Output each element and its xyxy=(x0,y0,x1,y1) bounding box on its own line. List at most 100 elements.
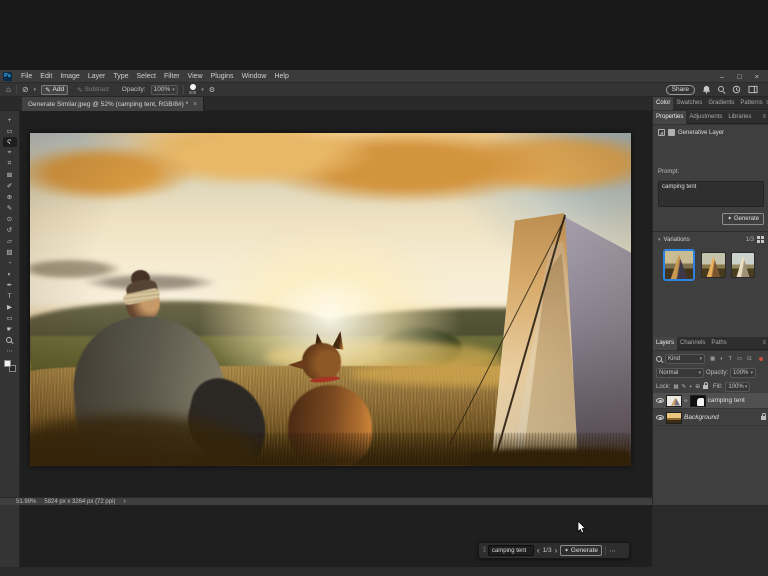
close-icon[interactable]: × xyxy=(193,101,197,108)
gradient-tool[interactable]: ▨ xyxy=(3,247,17,257)
foreground-background-colors[interactable] xyxy=(4,360,16,372)
menu-image[interactable]: Image xyxy=(56,73,83,80)
blend-mode-dropdown[interactable]: Normal ▾ xyxy=(656,368,704,378)
chevron-down-icon[interactable]: ▾ xyxy=(201,87,204,93)
disclosure-triangle-icon[interactable]: ▾ xyxy=(658,237,661,243)
layer-name[interactable]: Background xyxy=(684,414,719,421)
variation-thumbnail-2[interactable] xyxy=(701,252,726,278)
hand-tool[interactable]: ☛ xyxy=(3,324,17,334)
panel-menu-icon[interactable]: ≡ xyxy=(762,340,768,346)
document-tab[interactable]: Generate Similar.jpeg @ 52% (camping ten… xyxy=(22,97,204,111)
layer-filter-dropdown[interactable]: Kind ▾ xyxy=(665,354,705,364)
share-button[interactable]: Share xyxy=(666,85,695,95)
lock-all-icon[interactable] xyxy=(703,385,708,389)
chevron-down-icon[interactable]: ▾ xyxy=(34,87,37,93)
previous-variation-icon[interactable]: ‹ xyxy=(537,547,540,555)
fill-dropdown[interactable]: 100% ▾ xyxy=(725,382,750,392)
tool-preset-icon[interactable]: ⊘ xyxy=(22,85,29,94)
visibility-eye-icon[interactable] xyxy=(656,398,664,403)
grid-view-icon[interactable] xyxy=(757,236,764,243)
move-tool[interactable]: + xyxy=(3,115,17,125)
selection-add-button[interactable]: ✎ Add xyxy=(41,85,68,95)
menu-view[interactable]: View xyxy=(184,73,207,80)
eraser-tool[interactable]: ▱ xyxy=(3,236,17,246)
layer-thumbnail[interactable] xyxy=(666,412,682,424)
foreground-color-swatch[interactable] xyxy=(4,360,11,367)
menu-edit[interactable]: Edit xyxy=(36,73,56,80)
panel-menu-icon[interactable]: ≡ xyxy=(762,114,768,120)
search-icon[interactable] xyxy=(718,86,725,93)
tab-paths[interactable]: Paths xyxy=(708,337,729,350)
filter-smart-objects-icon[interactable]: ⊡ xyxy=(747,356,752,362)
brush-size-control[interactable]: 200 xyxy=(189,84,197,96)
layer-mask-thumbnail[interactable] xyxy=(690,395,706,407)
menu-plugins[interactable]: Plugins xyxy=(207,73,238,80)
selection-subtract-button[interactable]: ✎ Subtract xyxy=(73,85,113,95)
zoom-tool[interactable] xyxy=(3,335,17,345)
tab-channels[interactable]: Channels xyxy=(677,337,708,350)
workspace-icon[interactable] xyxy=(748,85,758,94)
next-variation-icon[interactable]: › xyxy=(555,547,558,555)
document-canvas[interactable] xyxy=(30,133,631,466)
window-minimize-button[interactable]: – xyxy=(720,72,724,81)
tab-swatches[interactable]: Swatches xyxy=(673,97,705,110)
status-chevron-icon[interactable]: › xyxy=(123,498,125,505)
menu-select[interactable]: Select xyxy=(133,73,160,80)
generate-button[interactable]: ✦ Generate xyxy=(722,213,764,225)
window-close-button[interactable]: × xyxy=(755,72,759,81)
rectangle-tool[interactable]: ▭ xyxy=(3,313,17,323)
brush-tool[interactable]: ✎ xyxy=(3,203,17,213)
window-maximize-button[interactable]: □ xyxy=(737,72,742,81)
more-options-icon[interactable]: ⋯ xyxy=(609,547,616,555)
mask-link-icon[interactable]: ∞ xyxy=(684,398,688,404)
spot-healing-brush-tool[interactable]: ⊕ xyxy=(3,192,17,202)
tab-libraries[interactable]: Libraries xyxy=(725,111,754,124)
menu-help[interactable]: Help xyxy=(270,73,292,80)
taskbar-prompt-input[interactable] xyxy=(488,545,534,556)
drag-handle-icon[interactable]: ⁞⁞ xyxy=(483,547,485,554)
pen-tool[interactable]: ✒ xyxy=(3,280,17,290)
menu-type[interactable]: Type xyxy=(109,73,132,80)
prompt-input[interactable]: camping tent xyxy=(658,181,764,207)
dodge-tool[interactable]: ◐ xyxy=(3,269,17,279)
filter-pixel-layers-icon[interactable]: ▦ xyxy=(710,356,715,362)
lock-position-icon[interactable]: + xyxy=(689,384,692,390)
tab-properties[interactable]: Properties xyxy=(653,111,686,124)
menu-filter[interactable]: Filter xyxy=(160,73,184,80)
clone-stamp-tool[interactable]: ⊙ xyxy=(3,214,17,224)
type-tool[interactable]: T xyxy=(3,291,17,301)
filter-toggle-icon[interactable] xyxy=(759,357,763,361)
tab-adjustments[interactable]: Adjustments xyxy=(686,111,725,124)
tab-gradients[interactable]: Gradients xyxy=(705,97,737,110)
eyedropper-tool[interactable]: ✐ xyxy=(3,181,17,191)
layer-name[interactable]: camping tent xyxy=(708,397,745,404)
menu-layer[interactable]: Layer xyxy=(84,73,110,80)
variation-thumbnail-1[interactable] xyxy=(664,250,694,280)
zoom-level-field[interactable]: 51.99% xyxy=(16,499,36,505)
filter-shape-layers-icon[interactable]: ▭ xyxy=(737,356,742,362)
layer-opacity-dropdown[interactable]: 100% ▾ xyxy=(730,368,756,378)
history-clock-icon[interactable] xyxy=(732,85,741,94)
filter-adjustment-layers-icon[interactable]: ◐ xyxy=(720,356,723,362)
tab-layers[interactable]: Layers xyxy=(653,337,677,350)
blur-tool[interactable]: ◔ xyxy=(3,258,17,268)
frame-tool[interactable]: ⊠ xyxy=(3,170,17,180)
filter-type-layers-icon[interactable]: T xyxy=(729,356,732,362)
menu-window[interactable]: Window xyxy=(238,73,271,80)
gear-icon[interactable]: ⚙ xyxy=(209,86,215,94)
home-icon[interactable]: ⌂ xyxy=(6,85,11,94)
object-selection-tool[interactable]: ⌖ xyxy=(3,148,17,158)
path-selection-tool[interactable]: ▶ xyxy=(3,302,17,312)
variation-thumbnail-3[interactable] xyxy=(731,252,755,278)
menu-file[interactable]: File xyxy=(17,73,36,80)
layer-thumbnail[interactable] xyxy=(666,395,682,407)
history-brush-tool[interactable]: ↺ xyxy=(3,225,17,235)
lock-transparency-icon[interactable]: ▦ xyxy=(673,384,678,390)
taskbar-generate-button[interactable]: ✦ Generate xyxy=(560,545,602,556)
visibility-eye-icon[interactable] xyxy=(656,415,664,420)
tab-patterns[interactable]: Patterns xyxy=(737,97,765,110)
rectangular-marquee-tool[interactable]: ▭ xyxy=(3,126,17,136)
opacity-dropdown[interactable]: 100% ▾ xyxy=(151,85,178,95)
crop-tool[interactable]: ⌗ xyxy=(3,159,17,169)
lasso-tool[interactable]: Ϛ xyxy=(3,137,17,147)
